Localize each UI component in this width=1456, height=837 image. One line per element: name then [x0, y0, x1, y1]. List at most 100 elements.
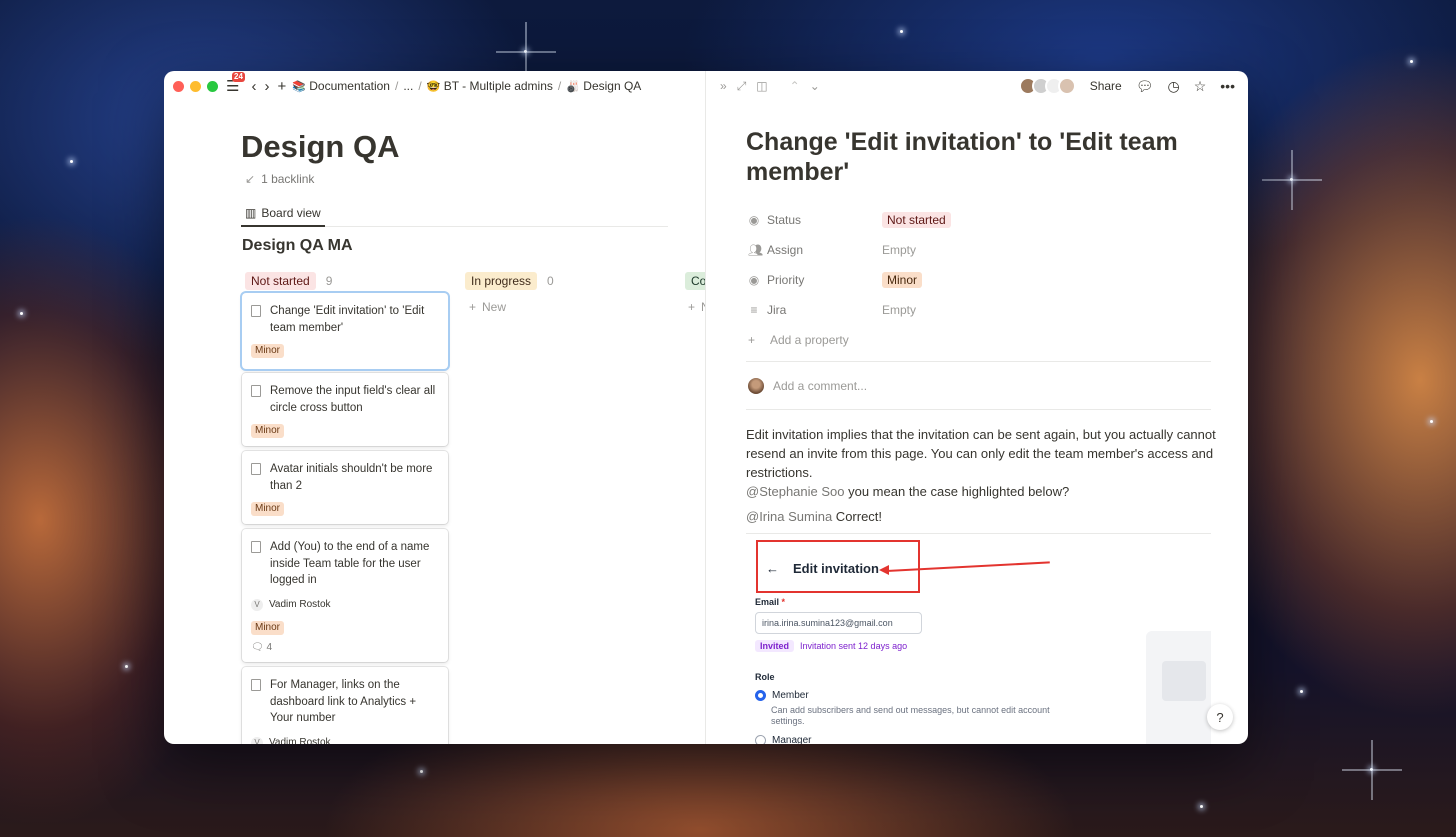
page-icon	[251, 305, 261, 317]
expand-icon[interactable]: ⤢	[737, 79, 747, 94]
priority-tag: Minor	[251, 344, 285, 358]
invited-status: Invited Invitation sent 12 days ago	[755, 640, 907, 652]
priority-value[interactable]: Minor	[882, 272, 923, 288]
peek-toolbar: » ⤢ ◫ ⌃ ⌄ Share 💬︎ ◷ ☆ •••	[706, 71, 1248, 101]
minimize-window-button[interactable]	[190, 80, 201, 92]
property-name[interactable]: ≡ Jira	[748, 303, 882, 317]
page-icon	[251, 541, 261, 553]
comment-placeholder: Add a comment...	[773, 379, 868, 393]
sidebar-menu-icon[interactable]: ☰ 24	[226, 71, 245, 94]
priority-tag: Minor	[251, 621, 285, 635]
status-pill: Co	[685, 272, 705, 290]
tab-board-view[interactable]: ▥ Board view	[241, 201, 325, 227]
divider	[746, 361, 1211, 362]
board-card[interactable]: Avatar initials shouldn't be more than 2…	[242, 451, 448, 524]
comments-icon[interactable]: 💬︎	[1136, 78, 1154, 95]
radio-icon	[755, 735, 766, 744]
chevron-up-icon[interactable]: ⌃	[790, 79, 800, 93]
window-controls	[173, 80, 218, 92]
star-icon[interactable]: ☆	[1194, 78, 1207, 95]
books-icon: 📚	[292, 81, 306, 93]
backlink-arrow-icon: ↙	[245, 172, 256, 186]
role-option-manager: Manager	[755, 735, 811, 744]
priority-tag: Minor	[251, 502, 285, 516]
column-header-complete[interactable]: Co	[685, 272, 705, 290]
radio-selected-icon	[755, 690, 766, 701]
divider	[746, 409, 1211, 410]
comment-input[interactable]: Add a comment...	[748, 378, 867, 394]
page-icon	[251, 463, 261, 475]
board-card[interactable]: For Manager, links on the dashboard link…	[242, 667, 448, 744]
page-body[interactable]: Edit invitation implies that the invitat…	[746, 425, 1216, 526]
card-title: Change 'Edit invitation' to 'Edit team m…	[270, 305, 425, 334]
new-card-button[interactable]: +N	[688, 300, 705, 314]
property-name[interactable]: ◉ Status	[748, 213, 882, 227]
new-card-button[interactable]: + New	[469, 300, 506, 314]
add-property-button[interactable]: + Add a property	[748, 325, 1218, 355]
board-card[interactable]: Add (You) to the end of a name inside Te…	[242, 529, 448, 662]
page-icon	[251, 385, 261, 397]
history-icon[interactable]: ◷	[1168, 78, 1180, 95]
comment-line: @Stephanie Soo you mean the case highlig…	[746, 484, 1070, 499]
embedded-screenshot[interactable]: ← Edit invitation Email * irina.irina.su…	[746, 533, 1211, 744]
avatar	[1057, 77, 1076, 95]
board-card[interactable]: Change 'Edit invitation' to 'Edit team m…	[242, 293, 448, 369]
page-title[interactable]: Change 'Edit invitation' to 'Edit team m…	[746, 127, 1216, 187]
mention[interactable]: @Stephanie Soo	[746, 484, 845, 499]
plus-icon: +	[748, 333, 756, 347]
priority-tag: Minor	[251, 424, 285, 438]
card-title: Remove the input field's clear all circl…	[270, 385, 436, 414]
share-button[interactable]: Share	[1090, 79, 1122, 93]
board-icon: ▥	[245, 206, 257, 220]
status-icon: ◉	[748, 213, 760, 227]
column-count: 9	[325, 274, 333, 288]
avatar: V	[251, 598, 263, 611]
jira-value[interactable]: Empty	[882, 303, 916, 317]
close-window-button[interactable]	[173, 80, 184, 92]
assign-value[interactable]: Empty	[882, 243, 916, 257]
column-header-not-started[interactable]: Not started 9	[245, 272, 332, 290]
more-icon[interactable]: •••	[1220, 78, 1235, 94]
breadcrumb-design-qa[interactable]: 🎳 Design QA	[566, 79, 641, 93]
add-property-label: Add a property	[770, 333, 849, 347]
chevron-down-icon[interactable]: ⌄	[810, 79, 820, 93]
property-name[interactable]: 👥︎ Assign	[748, 243, 882, 257]
backlink-label: 1 backlink	[261, 172, 315, 186]
breadcrumb-bt-multiple-admins[interactable]: 🤓 BT - Multiple admins	[427, 79, 553, 93]
assignee: V Vadim Rostok	[251, 735, 438, 744]
property-name[interactable]: ◉ Priority	[748, 273, 882, 287]
role-option-member: Member	[755, 690, 809, 701]
breadcrumb-ellipsis[interactable]: ...	[403, 79, 413, 93]
breadcrumb-documentation[interactable]: 📚 Documentation	[292, 79, 390, 93]
page-icon	[251, 679, 261, 691]
help-button[interactable]: ?	[1207, 704, 1233, 730]
assignee: V Vadim Rostok	[251, 597, 438, 614]
back-arrow-icon[interactable]: ‹	[251, 79, 256, 94]
breadcrumb-separator: /	[394, 79, 399, 93]
zoom-window-button[interactable]	[207, 80, 218, 92]
assignee-name: Vadim Rostok	[269, 598, 331, 610]
app-window: ☰ 24 ‹ › + 📚 Documentation / ... / 🤓 BT -…	[164, 71, 1248, 744]
board-title: Design QA MA	[242, 237, 353, 254]
comment-count: 🗨 4	[251, 641, 273, 653]
collaborator-avatars[interactable]	[1018, 77, 1076, 95]
board-card[interactable]: Remove the input field's clear all circl…	[242, 373, 448, 446]
side-peek-icon[interactable]: ◫	[756, 79, 767, 93]
role-description: Can add subscribers and send out message…	[771, 705, 1050, 726]
breadcrumb: 📚 Documentation / ... / 🤓 BT - Multiple …	[292, 79, 641, 93]
people-icon: 👥︎	[748, 243, 764, 257]
view-tabs: ▥ Board view	[241, 201, 668, 227]
add-page-icon[interactable]: +	[277, 79, 286, 94]
properties: ◉ Status Not started 👥︎ Assign Empty ◉ Prio…	[748, 205, 1218, 355]
avatar: V	[251, 736, 263, 744]
card-title: Add (You) to the end of a name inside Te…	[270, 541, 430, 586]
forward-arrow-icon[interactable]: ›	[264, 79, 269, 94]
status-value[interactable]: Not started	[882, 212, 951, 228]
role-label: Role	[755, 672, 775, 682]
backlink-link[interactable]: ↙ 1 backlink	[245, 172, 314, 186]
comment-icon: 🗨	[251, 641, 264, 653]
close-peek-icon[interactable]: »	[720, 79, 727, 93]
email-field: irina.irina.sumina123@gmail.con	[755, 612, 922, 634]
mention[interactable]: @Irina Sumina	[746, 509, 832, 524]
column-header-in-progress[interactable]: In progress 0	[465, 272, 554, 290]
